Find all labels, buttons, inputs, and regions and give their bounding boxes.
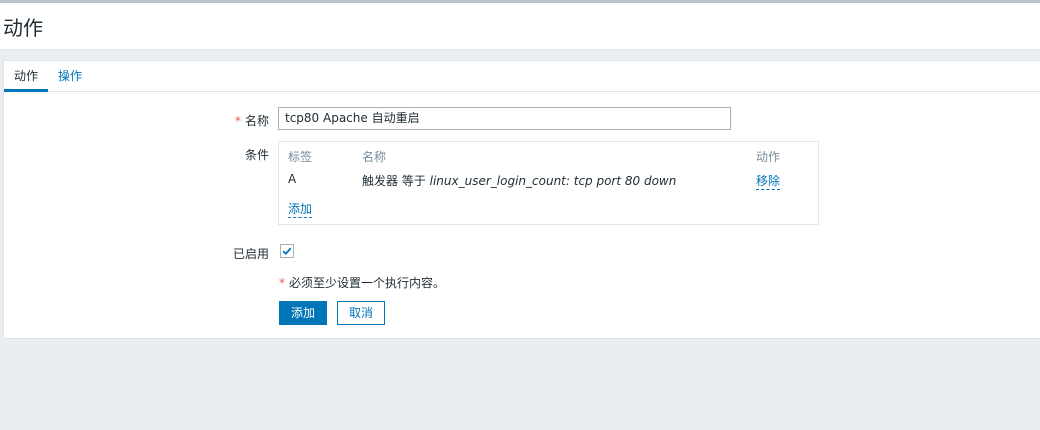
condition-name-prefix: 触发器 等于 — [362, 174, 430, 188]
name-input[interactable]: tcp80 Apache 自动重启 — [278, 107, 731, 130]
form-panel: 动作 操作 * 名称 tcp80 Apache 自动重启 条件 标签 名称 动作 … — [3, 60, 1040, 339]
column-header-action: 动作 — [756, 150, 781, 164]
condition-trigger-value: linux_user_login_count: tcp port 80 down — [429, 174, 677, 188]
column-header-tag: 标签 — [288, 150, 313, 164]
page-title: 动作 — [3, 16, 43, 40]
page-header: 动作 — [0, 3, 1040, 50]
tab-operations[interactable]: 操作 — [58, 61, 82, 92]
required-note-text: 必须至少设置一个执行内容。 — [289, 276, 446, 290]
required-marker: * — [234, 114, 241, 128]
tab-action[interactable]: 动作 — [4, 61, 48, 92]
condition-name: 触发器 等于 linux_user_login_count: tcp port … — [362, 172, 676, 189]
remove-condition-link[interactable]: 移除 — [756, 172, 781, 190]
required-marker: * — [279, 276, 285, 290]
add-button[interactable]: 添加 — [279, 301, 327, 325]
add-condition-link[interactable]: 添加 — [288, 200, 313, 218]
conditions-label: 条件 — [244, 148, 269, 162]
checkmark-icon — [282, 247, 292, 255]
condition-tag: A — [288, 172, 297, 186]
cancel-button[interactable]: 取消 — [337, 301, 385, 325]
name-label-row: * 名称 — [204, 112, 269, 129]
enabled-checkbox[interactable] — [280, 244, 294, 258]
name-label: 名称 — [244, 114, 269, 128]
required-note: * 必须至少设置一个执行内容。 — [279, 274, 445, 291]
tab-bar: 动作 操作 — [4, 61, 1040, 92]
column-header-name: 名称 — [362, 150, 387, 164]
conditions-table: 标签 名称 动作 A 触发器 等于 linux_user_login_count… — [278, 141, 819, 225]
enabled-label: 已启用 — [232, 247, 269, 261]
